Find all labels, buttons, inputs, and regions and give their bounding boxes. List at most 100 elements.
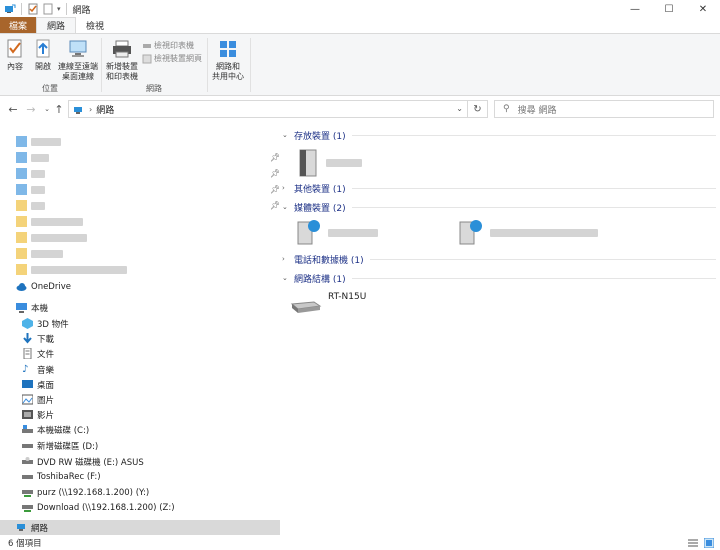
blurred-device-name — [328, 229, 378, 237]
large-icons-view-icon[interactable] — [704, 538, 714, 548]
view-device-webpage-button[interactable]: 檢視裝置網頁 — [142, 53, 202, 64]
group-header-infrastructure[interactable]: ⌄ 網路結構 (1) — [282, 271, 720, 285]
nav-label: 本機 — [31, 303, 49, 314]
address-bar[interactable]: › 網路 ⌄ ↻ — [68, 100, 488, 118]
new-folder-icon[interactable] — [42, 3, 54, 15]
group-header-media[interactable]: ⌄ 媒體裝置 (2) — [282, 200, 720, 214]
maximize-button[interactable]: ☐ — [652, 0, 686, 18]
network-icon — [5, 4, 16, 13]
content-area: ⌄ 存放裝置 (1) › 其他裝置 (1) ⌄ 媒體裝置 (2) › 電話和數據… — [282, 124, 720, 536]
add-devices-printers-button[interactable]: 新增裝置 和印表機 — [106, 38, 138, 82]
tab-file[interactable]: 檔案 — [0, 17, 36, 33]
breadcrumb-network[interactable]: 網路 — [96, 103, 114, 116]
pin-icon[interactable]: 📌︎ — [270, 153, 280, 162]
group-header-other[interactable]: › 其他裝置 (1) — [282, 181, 720, 195]
quick-access-item[interactable] — [0, 166, 280, 181]
arrow-right-icon: → — [26, 102, 36, 116]
properties-label: 內容 — [7, 62, 23, 71]
properties-icon[interactable] — [27, 3, 39, 15]
device-item[interactable] — [456, 218, 598, 248]
nav-label: 新增磁碟區 (D:) — [37, 441, 99, 452]
nav-item-documents[interactable]: 文件 — [0, 346, 280, 361]
blurred-device-name — [326, 159, 362, 167]
chevron-down-icon: ⌄ — [44, 105, 50, 113]
close-button[interactable]: ✕ — [686, 0, 720, 18]
tab-view[interactable]: 檢視 — [76, 17, 114, 33]
nav-item-drive-f[interactable]: ToshibaRec (F:) — [0, 469, 280, 484]
refresh-button[interactable]: ↻ — [467, 101, 487, 117]
network-center-icon — [220, 41, 236, 57]
device-item-router[interactable]: RT-N15U — [290, 292, 366, 316]
folder-icon — [16, 200, 27, 211]
nav-item-drive-z[interactable]: Download (\\192.168.1.200) (Z:) — [0, 500, 280, 515]
quick-access-item[interactable] — [0, 246, 280, 261]
pin-icon[interactable]: 📌︎ — [270, 185, 280, 194]
chevron-right-icon: › — [282, 184, 285, 192]
group-separator — [250, 38, 251, 92]
separator — [65, 3, 67, 15]
open-button[interactable]: 開啟 — [32, 38, 54, 72]
network-sharing-center-button[interactable]: 網路和 共用中心 — [212, 38, 244, 82]
nav-item-videos[interactable]: 影片 — [0, 407, 280, 422]
search-icon: ⚲ — [503, 104, 510, 114]
device-item[interactable] — [294, 218, 378, 248]
refresh-icon: ↻ — [473, 103, 482, 115]
nav-label: 桌面 — [37, 380, 55, 391]
nav-label: OneDrive — [31, 281, 71, 292]
ribbon: 內容 開啟 連線至遠端 桌面連線 位置 新增裝置 和印表機 檢視印表機 檢視裝置… — [0, 34, 720, 96]
quick-access-item[interactable] — [0, 150, 280, 165]
quick-access-item[interactable] — [0, 262, 280, 277]
properties-icon — [7, 39, 22, 58]
properties-button[interactable]: 內容 — [4, 38, 26, 72]
nav-item-downloads[interactable]: 下載 — [0, 331, 280, 346]
window-controls: — ☐ ✕ — [618, 0, 720, 18]
quick-access-item[interactable] — [0, 198, 280, 213]
nav-item-drive-e[interactable]: DVD RW 磁碟機 (E:) ASUS — [0, 454, 280, 469]
quick-access-item[interactable] — [0, 134, 280, 149]
blurred-label — [31, 153, 49, 162]
nav-item-drive-c[interactable]: 本機磁碟 (C:) — [0, 422, 280, 437]
back-button[interactable]: ← — [6, 102, 20, 116]
network-drive-icon — [22, 490, 33, 497]
nav-label: DVD RW 磁碟機 (E:) ASUS — [37, 457, 144, 468]
pictures-icon — [22, 394, 33, 405]
quick-access-item[interactable] — [0, 230, 280, 245]
forward-button[interactable]: → — [24, 102, 38, 116]
nav-item-drive-d[interactable]: 新增磁碟區 (D:) — [0, 438, 280, 453]
tab-network[interactable]: 網路 — [36, 17, 77, 33]
view-device-web-label: 檢視裝置網頁 — [154, 54, 202, 63]
connect-remote-desktop-button[interactable]: 連線至遠端 桌面連線 — [58, 38, 98, 82]
view-printers-button[interactable]: 檢視印表機 — [142, 40, 194, 51]
device-item[interactable] — [296, 148, 362, 178]
ribbon-group-center: 網路和 共用中心 — [208, 34, 248, 96]
up-button[interactable]: ↑ — [52, 102, 66, 116]
quick-access-item[interactable] — [0, 182, 280, 197]
nav-item-3d-objects[interactable]: 3D 物件 — [0, 316, 280, 331]
nav-item-pictures[interactable]: 圖片 — [0, 392, 280, 407]
dvd-drive-icon — [22, 457, 33, 464]
open-icon — [36, 39, 50, 58]
minimize-button[interactable]: — — [618, 0, 652, 18]
group-header-phone[interactable]: › 電話和數據機 (1) — [282, 252, 720, 266]
search-input[interactable]: ⚲ 搜尋 網路 — [494, 100, 714, 118]
nav-item-desktop[interactable]: 桌面 — [0, 377, 280, 392]
nav-item-music[interactable]: ♪ 音樂 — [0, 362, 280, 377]
address-dropdown-icon[interactable]: ⌄ — [456, 104, 463, 113]
arrow-up-icon: ↑ — [54, 102, 64, 116]
view-switcher — [688, 538, 714, 548]
nav-item-network[interactable]: 網路 — [0, 520, 280, 535]
document-icon — [23, 348, 32, 359]
nav-item-this-pc[interactable]: 本機 — [0, 300, 280, 315]
group-header-label: 存放裝置 (1) — [294, 131, 346, 142]
group-header-storage[interactable]: ⌄ 存放裝置 (1) — [282, 128, 720, 142]
details-view-icon[interactable] — [688, 538, 698, 548]
nav-item-onedrive[interactable]: OneDrive — [0, 279, 280, 294]
pin-icon[interactable]: 📌︎ — [270, 201, 280, 210]
pin-icon[interactable]: 📌︎ — [270, 169, 280, 178]
open-label: 開啟 — [35, 62, 51, 71]
nav-item-drive-y[interactable]: purz (\\192.168.1.200) (Y:) — [0, 485, 280, 500]
folder-icon — [16, 248, 27, 259]
cloud-icon — [16, 283, 27, 291]
quick-access-item[interactable] — [0, 214, 280, 229]
chevron-down-icon[interactable]: ▾ — [57, 5, 61, 13]
